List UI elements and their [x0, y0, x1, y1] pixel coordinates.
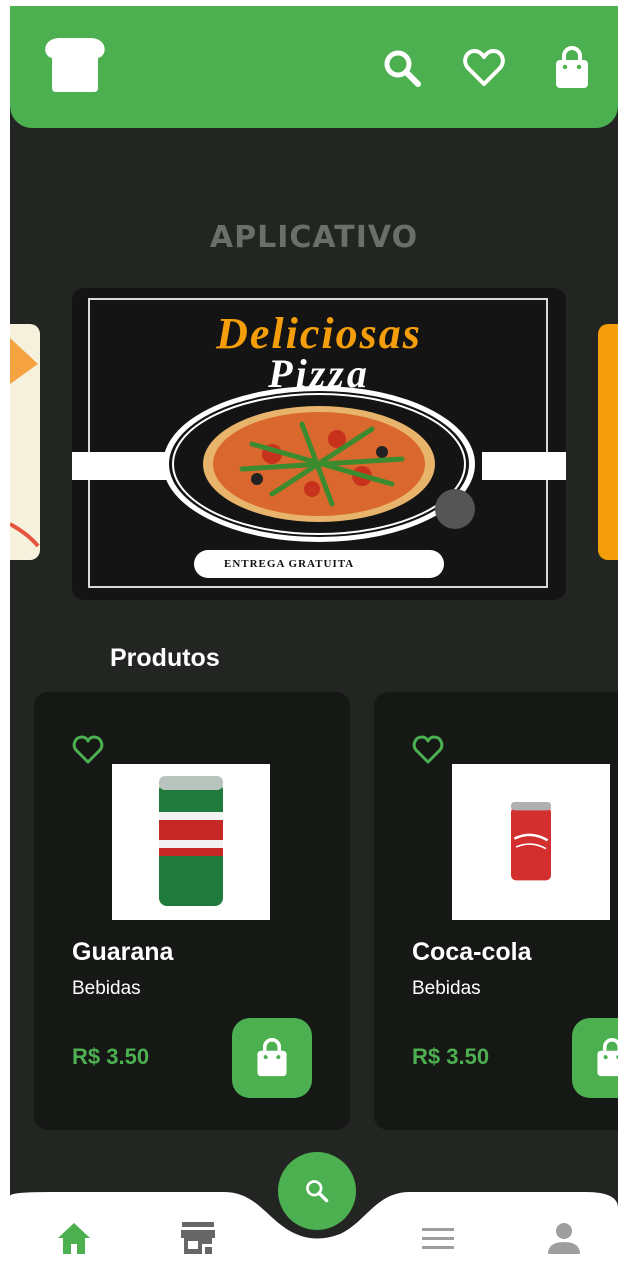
guarana-can-icon	[159, 776, 223, 906]
search-icon	[306, 1180, 329, 1203]
promo-banner[interactable]: Deliciosas Pizza ENTREGA GRATUITA	[72, 288, 566, 600]
carousel-next-slide[interactable]	[598, 324, 618, 560]
search-fab-button[interactable]	[278, 1152, 356, 1230]
product-price: R$ 3.50	[72, 1044, 150, 1069]
product-price: R$ 3.50	[412, 1044, 490, 1069]
free-delivery-text: ENTREGA GRATUITA	[224, 558, 355, 570]
favorite-heart-icon[interactable]	[72, 734, 104, 766]
carousel-prev-slide[interactable]	[10, 324, 40, 560]
product-card[interactable]: Coca-cola Bebidas R$ 3.50	[374, 692, 618, 1130]
pizza-image	[72, 384, 566, 544]
product-category: Bebidas	[412, 978, 481, 999]
product-image	[112, 764, 270, 920]
bread-icon[interactable]	[40, 36, 110, 92]
store-icon[interactable]	[178, 1218, 218, 1258]
search-icon[interactable]	[380, 46, 424, 90]
product-category: Bebidas	[72, 978, 141, 999]
favorite-heart-icon[interactable]	[412, 734, 444, 766]
top-app-bar	[10, 6, 618, 128]
heart-icon[interactable]	[462, 46, 506, 90]
products-section-title: Produtos	[110, 644, 220, 672]
shopping-bag-icon[interactable]	[550, 46, 594, 90]
app-screen: APLICATIVO Deliciosas Pizza ENTREGA GRAT…	[10, 6, 618, 1265]
add-to-cart-button[interactable]	[232, 1018, 312, 1098]
coca-cola-can-icon	[511, 802, 551, 881]
menu-icon[interactable]	[418, 1218, 458, 1258]
add-to-cart-button[interactable]	[572, 1018, 618, 1098]
shopping-bag-icon	[257, 1038, 287, 1077]
user-icon[interactable]	[544, 1218, 584, 1258]
brand-text: APLICATIVO	[209, 220, 419, 255]
shopping-bag-icon	[597, 1038, 618, 1077]
product-name: Guarana	[72, 938, 174, 966]
home-icon[interactable]	[54, 1218, 94, 1258]
product-name: Coca-cola	[412, 938, 532, 966]
product-image	[452, 764, 610, 920]
free-delivery-badge: ENTREGA GRATUITA	[194, 550, 444, 578]
product-card[interactable]: Guarana Bebidas R$ 3.50	[34, 692, 350, 1130]
